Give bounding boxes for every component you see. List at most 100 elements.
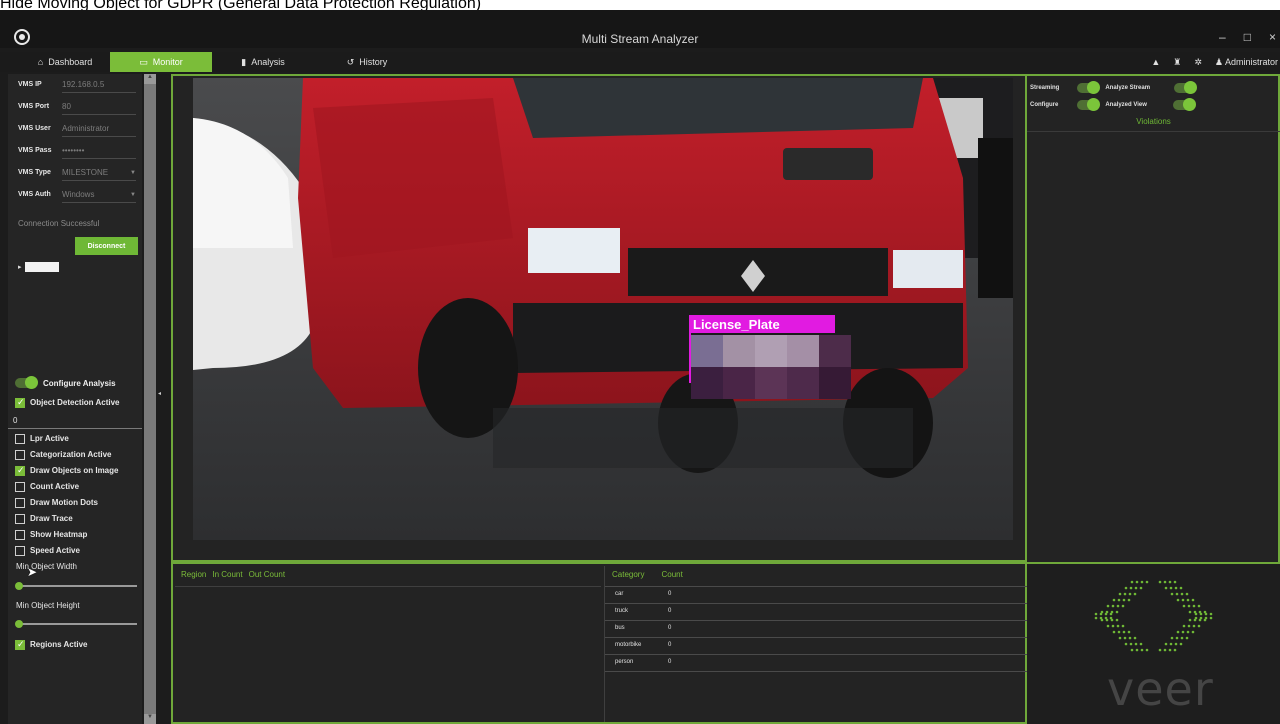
alert-icon[interactable]: ▲ bbox=[1151, 57, 1160, 67]
pixelated-plate bbox=[691, 335, 851, 399]
vms-user-input[interactable]: Administrator bbox=[62, 124, 136, 137]
tab-history[interactable]: ↺ History bbox=[332, 52, 402, 72]
minimize-button[interactable]: – bbox=[1219, 30, 1226, 44]
streaming-toggle[interactable] bbox=[1077, 81, 1101, 94]
divider bbox=[1027, 131, 1280, 132]
region-table-header: Region In Count Out Count bbox=[181, 570, 285, 579]
slider-handle[interactable] bbox=[15, 582, 23, 590]
maximize-button[interactable]: □ bbox=[1244, 30, 1251, 44]
user-menu[interactable]: ♟ Administrator bbox=[1215, 57, 1278, 68]
nav-right-tools: ▲ ♜ ✲ ♟ Administrator bbox=[1151, 52, 1280, 72]
category-count: 0 bbox=[668, 625, 672, 631]
option-label: Draw Motion Dots bbox=[30, 498, 98, 507]
lpr-active-row[interactable]: Lpr Active bbox=[15, 432, 69, 445]
min-width-slider[interactable] bbox=[15, 582, 137, 590]
monitor-icon: ▭ bbox=[139, 56, 148, 67]
scroll-down-icon[interactable]: ▼ bbox=[144, 714, 156, 724]
count-active-row[interactable]: Count Active bbox=[15, 480, 79, 493]
vms-user-row: VMS User Administrator bbox=[8, 120, 142, 140]
category-count: 0 bbox=[668, 591, 672, 597]
analyzed-view-toggle[interactable] bbox=[1172, 98, 1196, 111]
vms-ip-input[interactable]: 192.168.0.5 bbox=[62, 80, 136, 93]
object-detection-label: Object Detection Active bbox=[30, 398, 120, 407]
vms-ip-row: VMS IP 192.168.0.5 bbox=[8, 76, 142, 96]
object-detection-row[interactable]: Object Detection Active bbox=[15, 396, 120, 409]
option-label: Lpr Active bbox=[30, 434, 69, 443]
category-count: 0 bbox=[668, 642, 672, 648]
collapse-panel-icon[interactable]: ◂ bbox=[158, 390, 161, 397]
table-row: motorbike 0 bbox=[605, 637, 1029, 654]
category-name: car bbox=[615, 591, 624, 597]
camera-view[interactable]: License_Plate bbox=[193, 78, 1013, 540]
vms-port-row: VMS Port 80 bbox=[8, 98, 142, 118]
categorization-active-checkbox[interactable] bbox=[15, 449, 25, 460]
notification-icon[interactable]: ♜ bbox=[1173, 57, 1181, 68]
draw-trace-row[interactable]: Draw Trace bbox=[15, 512, 73, 525]
object-detection-checkbox[interactable] bbox=[15, 397, 25, 408]
configure-label: Configure bbox=[1030, 102, 1059, 108]
page-caption: Hide Moving Object for GDPR (General Dat… bbox=[0, 0, 1280, 10]
vms-user-label: VMS User bbox=[18, 125, 51, 132]
table-row: bus 0 bbox=[605, 620, 1029, 637]
show-heatmap-checkbox[interactable] bbox=[15, 529, 25, 540]
vms-auth-select[interactable]: Windows ▼ bbox=[62, 190, 136, 203]
user-name: Administrator bbox=[1224, 56, 1278, 67]
left-panel-scrollbar[interactable]: ▲ ▼ bbox=[144, 74, 156, 724]
draw-objects-checkbox[interactable] bbox=[15, 465, 25, 476]
configure-analysis-row: Configure Analysis bbox=[15, 376, 116, 390]
window-controls: – □ × bbox=[1219, 30, 1276, 44]
configure-analysis-toggle[interactable] bbox=[15, 376, 38, 389]
speed-active-checkbox[interactable] bbox=[15, 545, 25, 556]
video-stream-frame: License_Plate bbox=[171, 74, 1027, 562]
home-icon: ⌂ bbox=[37, 57, 44, 67]
show-heatmap-row[interactable]: Show Heatmap bbox=[15, 528, 87, 541]
tab-label: Dashboard bbox=[48, 57, 93, 67]
category-count: 0 bbox=[668, 659, 672, 665]
tab-label: Analysis bbox=[251, 57, 285, 67]
min-width-label: Min Object Width bbox=[16, 562, 77, 571]
vms-auth-value: Windows bbox=[62, 190, 95, 199]
tab-dashboard[interactable]: ⌂ Dashboard bbox=[30, 52, 100, 72]
mouse-cursor-icon: ➤ bbox=[27, 565, 38, 579]
configure-analysis-label: Configure Analysis bbox=[43, 378, 116, 388]
categorization-active-row[interactable]: Categorization Active bbox=[15, 448, 112, 461]
vms-pass-input[interactable]: •••••••• bbox=[62, 146, 136, 159]
category-table: Category Count car 0 truck 0 bus 0 motor… bbox=[604, 566, 1029, 722]
vms-type-select[interactable]: MILESTONE ▼ bbox=[62, 168, 136, 181]
disconnect-button[interactable]: Disconnect bbox=[75, 237, 138, 255]
configure-row: Configure Analyzed View bbox=[1030, 98, 1196, 111]
brand-area: veer bbox=[1027, 564, 1280, 724]
tab-monitor[interactable]: ▭ Monitor bbox=[110, 52, 212, 72]
statistics-panel: Region In Count Out Count Category Count… bbox=[171, 562, 1029, 724]
column-header: Count bbox=[661, 570, 683, 579]
veer-logo-icon bbox=[1094, 580, 1213, 652]
draw-trace-checkbox[interactable] bbox=[15, 513, 25, 524]
tab-analysis[interactable]: ▮ Analysis bbox=[228, 52, 298, 72]
configure-toggle[interactable] bbox=[1077, 98, 1101, 111]
option-label: Speed Active bbox=[30, 546, 80, 555]
left-settings-panel: VMS IP 192.168.0.5 VMS Port 80 VMS User … bbox=[8, 74, 142, 724]
streaming-row: Streaming Analyze Stream bbox=[1030, 81, 1198, 94]
tree-expand-icon[interactable]: ▸ bbox=[18, 263, 22, 271]
app-window: Multi Stream Analyzer – □ × ⌂ Dashboard … bbox=[0, 10, 1280, 724]
analyze-stream-toggle[interactable] bbox=[1174, 81, 1198, 94]
tree-item[interactable] bbox=[25, 262, 59, 272]
regions-active-row[interactable]: Regions Active bbox=[15, 638, 88, 651]
draw-objects-row[interactable]: Draw Objects on Image bbox=[15, 464, 118, 477]
vms-port-input[interactable]: 80 bbox=[62, 102, 136, 115]
category-count: 0 bbox=[668, 608, 672, 614]
connection-status: Connection Successful bbox=[18, 219, 100, 228]
vms-type-value: MILESTONE bbox=[62, 168, 109, 177]
min-height-slider[interactable] bbox=[15, 620, 137, 628]
regions-active-checkbox[interactable] bbox=[15, 639, 25, 650]
scroll-up-icon[interactable]: ▲ bbox=[144, 74, 156, 84]
speed-active-row[interactable]: Speed Active bbox=[15, 544, 80, 557]
lpr-active-checkbox[interactable] bbox=[15, 433, 25, 444]
count-active-checkbox[interactable] bbox=[15, 481, 25, 492]
draw-motion-dots-row[interactable]: Draw Motion Dots bbox=[15, 496, 98, 509]
draw-motion-dots-checkbox[interactable] bbox=[15, 497, 25, 508]
bar-chart-icon: ▮ bbox=[241, 56, 247, 67]
slider-handle[interactable] bbox=[15, 620, 23, 628]
gear-icon[interactable]: ✲ bbox=[1194, 57, 1202, 68]
close-button[interactable]: × bbox=[1269, 30, 1276, 44]
